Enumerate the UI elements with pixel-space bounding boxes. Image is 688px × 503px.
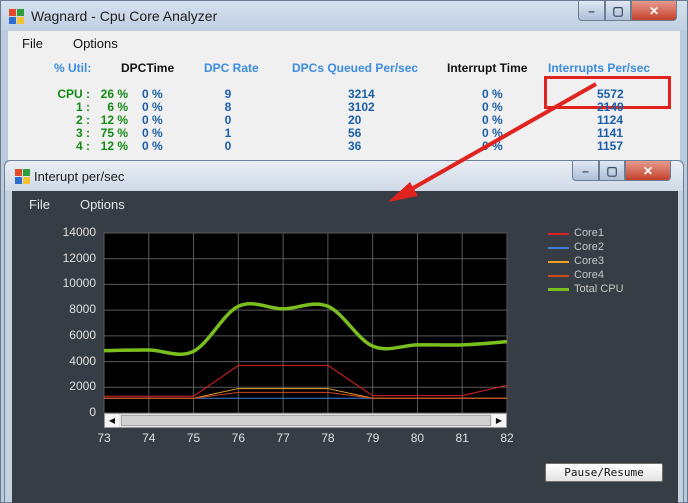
legend-swatch-2	[548, 261, 569, 263]
desktop: Wagnard - Cpu Core Analyzer – ▢ ✕ File O…	[0, 0, 688, 503]
pause-resume-button[interactable]: Pause/Resume	[545, 463, 663, 482]
legend-label-2: Core3	[574, 255, 604, 267]
legend-swatch-3	[548, 275, 569, 277]
scroll-right-icon[interactable]: ▶	[492, 414, 506, 427]
scroll-thumb[interactable]	[121, 415, 491, 426]
series-line-total-cpu	[103, 301, 508, 356]
legend-swatch-4	[548, 288, 569, 291]
legend-label-1: Core2	[574, 241, 604, 253]
legend-label-0: Core1	[574, 227, 604, 239]
legend-swatch-1	[548, 247, 569, 249]
legend-swatch-0	[548, 233, 569, 235]
chart-horizontal-scrollbar[interactable]: ◀ ▶	[104, 413, 507, 428]
legend-label-3: Core4	[574, 269, 604, 281]
scroll-left-icon[interactable]: ◀	[105, 414, 119, 427]
legend-label-4: Total CPU	[574, 283, 624, 295]
series-line-core1	[104, 364, 508, 397]
